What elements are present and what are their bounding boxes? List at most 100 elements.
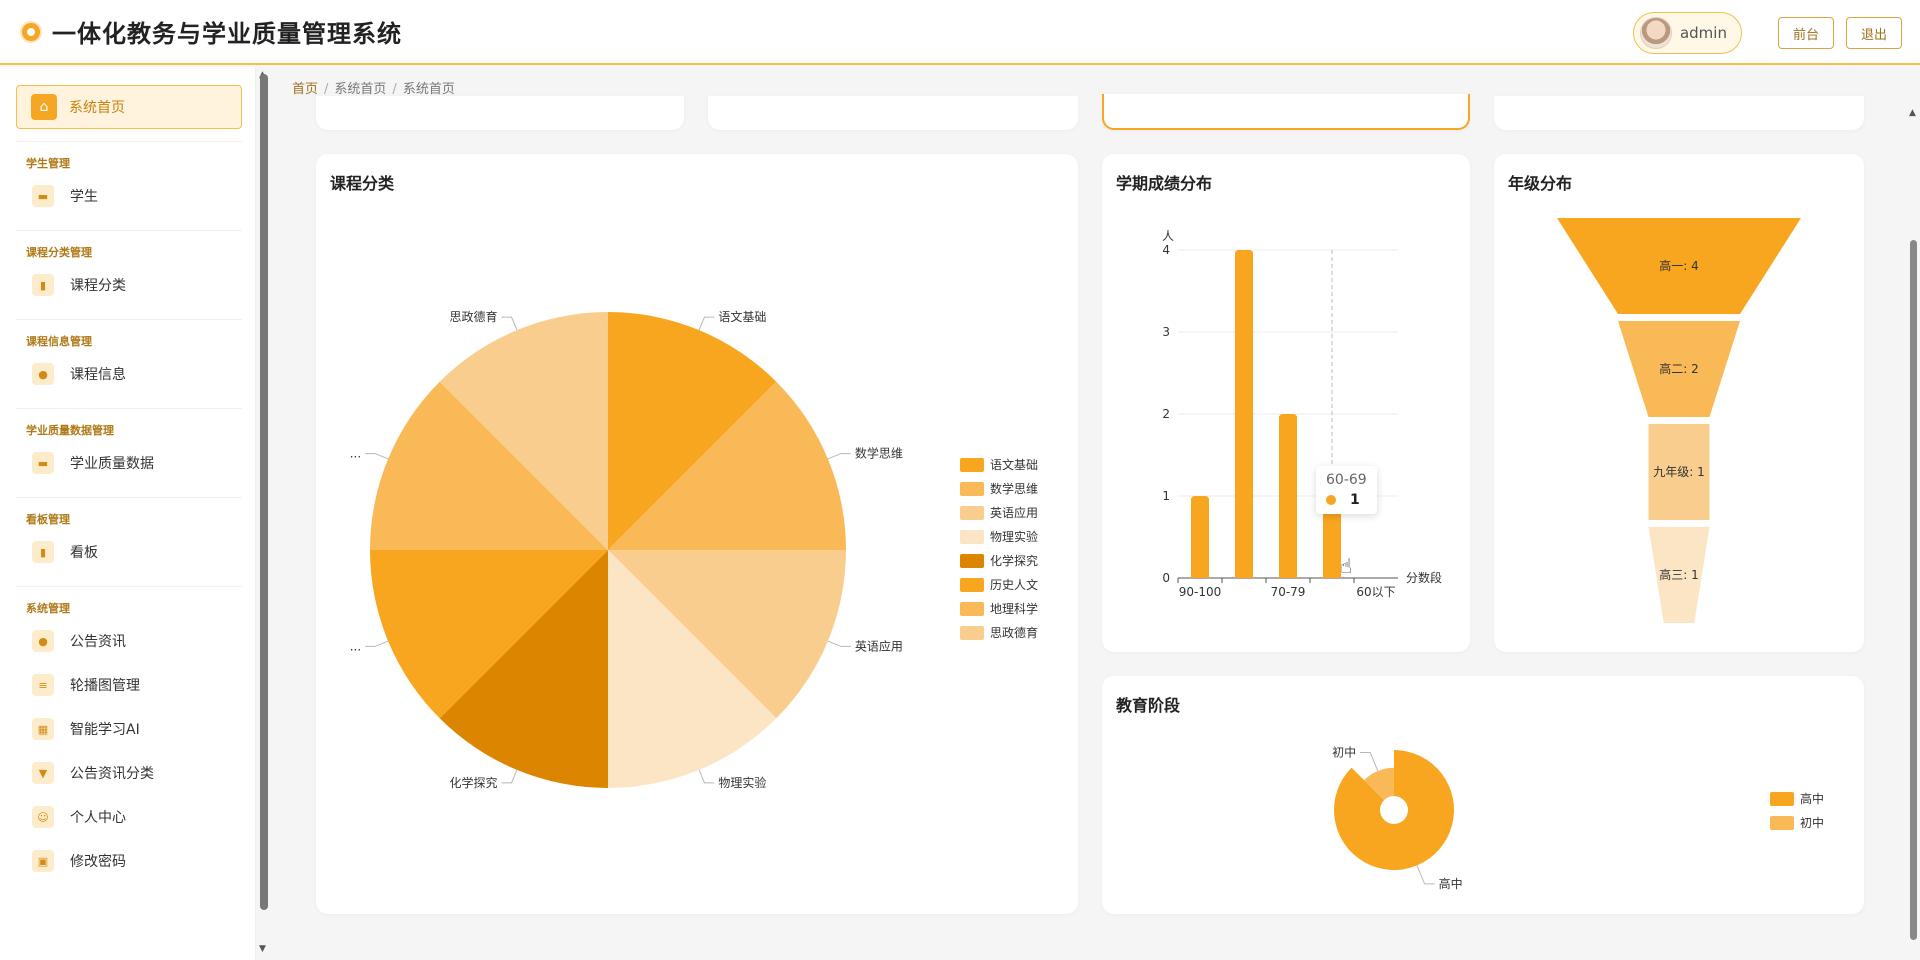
page-scroll-up-icon[interactable]: ▲ (1909, 108, 1916, 118)
sidebar-item-student[interactable]: ▬ 学生 (16, 174, 242, 218)
sidebar-item-home[interactable]: ⌂ 系统首页 (16, 85, 242, 129)
breadcrumb: 首页 / 系统首页 / 系统首页 (292, 82, 455, 97)
chart-tooltip: 60-69 1 (1316, 466, 1377, 514)
top-header: 一体化教务与学业质量管理系统 admin 前台 退出 (0, 0, 1920, 65)
slice-label: 初中 (1332, 744, 1356, 759)
home-icon: ⌂ (31, 94, 57, 120)
sidebar-item-carousel[interactable]: ≡ 轮播图管理 (16, 663, 242, 707)
logout-button[interactable]: 退出 (1845, 17, 1902, 49)
funnel-label: 高二: 2 (1659, 361, 1699, 376)
slice-label: 化学探究 (450, 775, 498, 790)
x-tick-label: 70-79 (1271, 585, 1306, 599)
sidebar-scrollbar[interactable] (260, 74, 268, 910)
sidebar-item-label: 修改密码 (70, 854, 126, 870)
breadcrumb-item[interactable]: 系统首页 (334, 82, 386, 97)
stat-card[interactable] (316, 96, 684, 130)
briefcase-icon: ▬ (32, 452, 54, 474)
bar (1191, 496, 1209, 578)
legend-swatch (1770, 792, 1794, 806)
tooltip-title: 60-69 (1326, 472, 1367, 488)
sidebar-group-course-info: 课程信息管理 ● 课程信息 (16, 319, 242, 396)
sidebar-item-quality-data[interactable]: ▬ 学业质量数据 (16, 441, 242, 485)
legend-label: 历史人文 (990, 577, 1038, 592)
x-tick-label: 90-100 (1179, 585, 1222, 599)
sidebar-item-label: 智能学习AI (70, 722, 140, 738)
sidebar-item-profile[interactable]: ☺ 个人中心 (16, 795, 242, 839)
slice-label: ... (350, 639, 361, 653)
y-tick-label: 0 (1162, 571, 1170, 585)
sidebar-item-label: 课程分类 (70, 278, 126, 294)
funnel-label: 九年级: 1 (1653, 465, 1705, 479)
sidebar-group-course-category: 课程分类管理 ▮ 课程分类 (16, 230, 242, 307)
user-icon: ☺ (32, 806, 54, 828)
page-scrollbar[interactable] (1910, 240, 1917, 940)
user-menu[interactable]: admin (1632, 12, 1742, 54)
legend-swatch (1770, 816, 1794, 830)
tooltip-marker (1326, 495, 1336, 505)
slice-label-line (365, 453, 389, 460)
sidebar-item-password[interactable]: ▣ 修改密码 (16, 839, 242, 883)
sidebar-item-label: 课程信息 (70, 367, 126, 383)
sidebar-item-label: 公告资讯分类 (70, 766, 154, 782)
front-button[interactable]: 前台 (1777, 17, 1834, 49)
stat-card-selected[interactable] (1102, 94, 1470, 130)
sidebar-item-course-category[interactable]: ▮ 课程分类 (16, 263, 242, 307)
slice-label-line (501, 316, 518, 331)
legend-label: 高中 (1800, 791, 1824, 806)
slice-label-line (501, 769, 518, 784)
score-distribution-bar-chart: 0 1 2 3 4人 90-100 70-79 60以下分数段 (1162, 229, 1442, 599)
sidebar-group-system: 系统管理 ● 公告资讯 ≡ 轮播图管理 ▦ 智能学习AI ▼ 公告资讯分类 ☺ … (16, 586, 242, 883)
sidebar-group-quality-data: 学业质量数据管理 ▬ 学业质量数据 (16, 408, 242, 485)
sidebar-item-label: 看板 (70, 545, 98, 561)
sliders-icon: ≡ (32, 674, 54, 696)
legend-label: 地理科学 (990, 601, 1038, 616)
grid-icon: ▦ (32, 718, 54, 740)
stat-card[interactable] (1494, 96, 1864, 130)
sidebar-item-announcements[interactable]: ● 公告资讯 (16, 619, 242, 663)
bar-chart-icon: ▮ (32, 274, 54, 296)
course-category-card: 课程分类 语文基础 数学思维 英语应用 物理实验 化学探究...... 思政德育 语文基础数… (316, 154, 1078, 914)
sidebar-item-dashboard[interactable]: ▮ 看板 (16, 530, 242, 574)
slice-label-line (698, 316, 715, 331)
slice-label-line (698, 769, 715, 784)
legend-swatch (960, 482, 984, 496)
sidebar-item-label: 公告资讯 (70, 634, 126, 650)
sidebar-item-ai[interactable]: ▦ 智能学习AI (16, 707, 242, 751)
slice-label: ... (350, 447, 361, 461)
legend-swatch (960, 602, 984, 616)
sidebar-item-label: 系统首页 (69, 100, 125, 116)
slice-label-line (365, 640, 389, 647)
funnel-label: 高一: 4 (1659, 258, 1699, 273)
sidebar-group-dashboard: 看板管理 ▮ 看板 (16, 497, 242, 574)
sidebar-group-student: 学生管理 ▬ 学生 (16, 141, 242, 218)
slice-label-line (827, 640, 851, 647)
legend-label: 数学思维 (990, 481, 1038, 496)
y-axis-label: 人 (1162, 229, 1174, 243)
course-category-pie-chart: 语文基础数学思维英语应用物理实验化学探究......思政德育语文基础数学思维英语… (350, 309, 1038, 790)
sidebar-group-title: 课程信息管理 (26, 335, 92, 348)
slice-label-line (1416, 865, 1435, 885)
breadcrumb-item: 系统首页 (402, 82, 455, 97)
sidebar-item-announcement-category[interactable]: ▼ 公告资讯分类 (16, 751, 242, 795)
sidebar-group-title: 系统管理 (26, 602, 70, 615)
sidebar-group-title: 看板管理 (26, 513, 70, 526)
sidebar-item-label: 个人中心 (70, 810, 126, 826)
legend-swatch (960, 530, 984, 544)
app-title: 一体化教务与学业质量管理系统 (52, 20, 402, 48)
x-axis-label: 分数段 (1406, 570, 1442, 585)
sidebar-scroll-down-icon[interactable]: ▼ (259, 944, 266, 954)
x-tick-label: 60以下 (1356, 585, 1395, 599)
slice-label: 语文基础 (718, 309, 766, 324)
brand-logo-icon (22, 22, 40, 41)
slice-label: 高中 (1439, 876, 1463, 891)
sidebar-item-label: 学生 (70, 189, 98, 205)
y-tick-label: 3 (1162, 325, 1170, 339)
score-distribution-card: 学期成绩分布 0 1 2 3 4 人 90-100 70-79 60以下 分数段 60-69 1 … (1102, 154, 1470, 652)
briefcase-icon: ▬ (32, 185, 54, 207)
avatar (1639, 17, 1672, 49)
sidebar-item-course-info[interactable]: ● 课程信息 (16, 352, 242, 396)
breadcrumb-home-link[interactable]: 首页 (292, 82, 318, 97)
stat-card[interactable] (708, 96, 1078, 130)
legend-swatch (960, 458, 984, 472)
bar-chart-icon: ▮ (32, 541, 54, 563)
